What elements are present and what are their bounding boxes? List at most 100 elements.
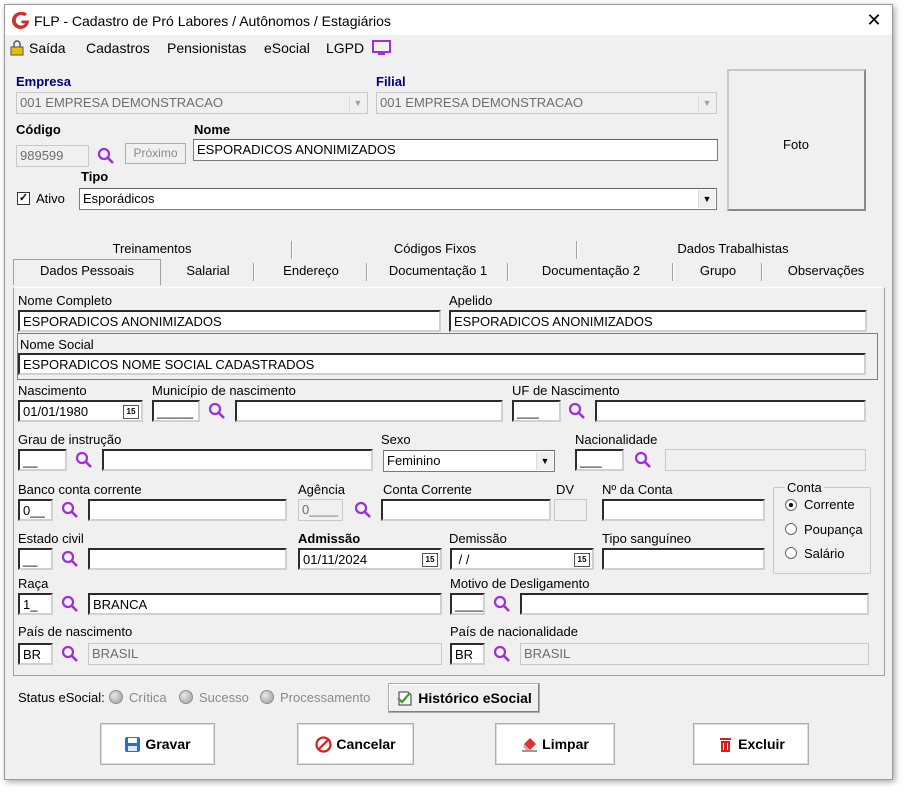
- pais-nacionalidade-code-input[interactable]: BR: [450, 643, 485, 665]
- nacionalidade-label: Nacionalidade: [575, 432, 658, 447]
- excluir-button[interactable]: Excluir: [693, 723, 809, 765]
- monitor-icon[interactable]: [372, 40, 391, 56]
- nacionalidade-code-input[interactable]: ___: [575, 449, 624, 471]
- nacionalidade-name-input[interactable]: [665, 449, 866, 471]
- tab-row-1: Treinamentos Códigos Fixos Dados Trabalh…: [13, 239, 889, 259]
- search-icon[interactable]: [61, 550, 79, 568]
- agencia-input[interactable]: 0____: [298, 499, 343, 521]
- search-icon[interactable]: [61, 645, 79, 663]
- nome-social-input[interactable]: ESPORADICOS NOME SOCIAL CADASTRADOS: [18, 353, 866, 375]
- tab-separator: [366, 263, 368, 281]
- grau-name-input[interactable]: [102, 449, 373, 471]
- municipio-name-input[interactable]: [235, 400, 503, 422]
- estado-civil-name-input[interactable]: [88, 548, 287, 570]
- banco-name-input[interactable]: [88, 499, 287, 521]
- sexo-select[interactable]: Feminino ▼: [383, 450, 555, 472]
- limpar-button[interactable]: Limpar: [495, 723, 615, 765]
- chevron-down-icon: ▼: [698, 190, 715, 208]
- tab-separator: [253, 263, 255, 281]
- tab-treinamentos[interactable]: Treinamentos: [13, 239, 291, 261]
- tab-separator: [507, 263, 509, 281]
- pais-nacionalidade-name-input[interactable]: BRASIL: [520, 643, 869, 665]
- search-icon[interactable]: [354, 501, 372, 519]
- tab-salarial[interactable]: Salarial: [163, 261, 253, 283]
- lock-icon: [10, 40, 24, 56]
- nascimento-input[interactable]: 01/01/1980 15: [18, 400, 143, 422]
- dv-input[interactable]: [554, 499, 587, 521]
- empresa-select[interactable]: 001 EMPRESA DEMONSTRACAO ▼: [16, 92, 368, 114]
- admissao-input[interactable]: 01/11/2024 15: [298, 548, 442, 570]
- search-icon[interactable]: [493, 595, 511, 613]
- menu-saida[interactable]: Saída: [29, 40, 66, 56]
- tab-codigos-fixos[interactable]: Códigos Fixos: [294, 239, 576, 261]
- sexo-label: Sexo: [381, 432, 411, 447]
- calendar-icon[interactable]: 15: [123, 405, 139, 419]
- search-icon[interactable]: [61, 501, 79, 519]
- uf-code-input[interactable]: ___: [512, 400, 561, 422]
- conta-salario-radio[interactable]: [785, 547, 797, 559]
- tab-grupo[interactable]: Grupo: [675, 261, 761, 283]
- admissao-label: Admissão: [298, 531, 361, 546]
- main-window: FLP - Cadastro de Pró Labores / Autônomo…: [4, 4, 893, 780]
- nome-input[interactable]: ESPORADICOS ANONIMIZADOS: [193, 139, 718, 161]
- proximo-button[interactable]: Próximo: [125, 143, 186, 164]
- sucesso-label: Sucesso: [199, 690, 249, 705]
- raca-name-input[interactable]: BRANCA: [88, 593, 442, 615]
- tab-dados-trabalhistas[interactable]: Dados Trabalhistas: [579, 239, 887, 261]
- processamento-label: Processamento: [280, 690, 371, 705]
- tab-documentacao-1[interactable]: Documentação 1: [369, 261, 507, 283]
- tab-dados-pessoais[interactable]: Dados Pessoais: [13, 259, 161, 285]
- search-icon[interactable]: [61, 595, 79, 613]
- motivo-name-input[interactable]: [520, 593, 869, 615]
- conta-corrente-input[interactable]: [381, 499, 551, 521]
- menu-lgpd[interactable]: LGPD: [326, 40, 364, 56]
- codigo-input[interactable]: 989599: [16, 145, 89, 167]
- grau-code-input[interactable]: __: [18, 449, 67, 471]
- historico-esocial-button[interactable]: Histórico eSocial: [388, 683, 540, 713]
- nome-completo-input[interactable]: ESPORADICOS ANONIMIZADOS: [18, 310, 441, 332]
- banco-code-input[interactable]: 0__: [18, 499, 53, 521]
- uf-label: UF de Nascimento: [512, 383, 620, 398]
- search-icon[interactable]: [568, 402, 586, 420]
- foto-label: Foto: [783, 137, 810, 152]
- conta-corrente-label: Conta Corrente: [383, 482, 472, 497]
- apelido-label: Apelido: [449, 293, 493, 308]
- search-icon[interactable]: [97, 147, 115, 165]
- uf-name-input[interactable]: [595, 400, 866, 422]
- filial-select[interactable]: 001 EMPRESA DEMONSTRACAO ▼: [376, 92, 717, 114]
- ativo-checkbox[interactable]: ✓: [17, 192, 30, 205]
- calendar-icon[interactable]: 15: [422, 553, 438, 567]
- menu-esocial[interactable]: eSocial: [264, 40, 310, 56]
- sucesso-status-icon: [179, 690, 193, 704]
- apelido-input[interactable]: ESPORADICOS ANONIMIZADOS: [449, 310, 867, 332]
- close-button[interactable]: ✕: [861, 8, 887, 32]
- conta-poupanca-radio[interactable]: [785, 523, 797, 535]
- raca-code-input[interactable]: 1_: [18, 593, 53, 615]
- menu-cadastros[interactable]: Cadastros: [86, 40, 150, 56]
- tab-endereco[interactable]: Endereço: [256, 261, 366, 283]
- tipo-select[interactable]: Esporádicos ▼: [79, 188, 717, 210]
- numero-conta-input[interactable]: [602, 499, 765, 521]
- cancelar-button[interactable]: Cancelar: [297, 723, 414, 765]
- title-bar: FLP - Cadastro de Pró Labores / Autônomo…: [5, 5, 892, 35]
- menu-pensionistas[interactable]: Pensionistas: [167, 40, 246, 56]
- municipio-code-input[interactable]: _____: [152, 400, 200, 422]
- gravar-button[interactable]: Gravar: [100, 723, 215, 765]
- photo-box[interactable]: Foto: [727, 69, 866, 211]
- calendar-icon[interactable]: 15: [574, 553, 590, 567]
- tab-observacoes[interactable]: Observações: [764, 261, 888, 283]
- search-icon[interactable]: [208, 402, 226, 420]
- pais-nascimento-name-input[interactable]: BRASIL: [88, 643, 442, 665]
- estado-civil-code-input[interactable]: __: [18, 548, 53, 570]
- pais-nacionalidade-label: País de nacionalidade: [450, 624, 578, 639]
- tab-documentacao-2[interactable]: Documentação 2: [510, 261, 672, 283]
- search-icon[interactable]: [493, 645, 511, 663]
- search-icon[interactable]: [75, 451, 93, 469]
- tipo-sanguineo-input[interactable]: [602, 548, 765, 570]
- demissao-input[interactable]: / / 15: [450, 548, 594, 570]
- conta-corrente-radio[interactable]: [785, 499, 797, 511]
- search-icon[interactable]: [634, 451, 652, 469]
- pais-nascimento-code-input[interactable]: BR: [18, 643, 53, 665]
- banco-label: Banco conta corrente: [18, 482, 142, 497]
- motivo-code-input[interactable]: ____: [450, 593, 485, 615]
